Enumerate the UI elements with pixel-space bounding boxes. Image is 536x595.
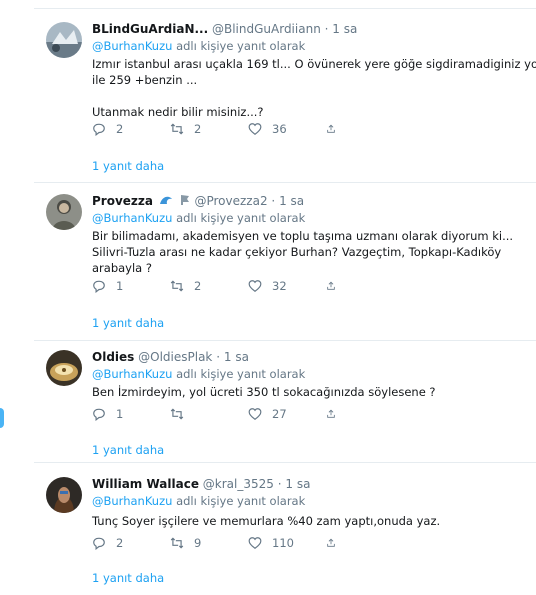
display-name[interactable]: Oldies bbox=[92, 350, 134, 364]
retweet-count: 2 bbox=[194, 279, 202, 293]
retweet-button[interactable] bbox=[170, 407, 248, 421]
reply-context: adlı kişiye yanıt olarak bbox=[176, 494, 306, 508]
like-count: 27 bbox=[272, 407, 287, 421]
reply-tweet-3[interactable]: Oldies @OldiesPlak · 1 sa @BurhanKuzu ad… bbox=[34, 341, 536, 463]
reply-count: 1 bbox=[116, 279, 124, 293]
retweet-icon bbox=[170, 280, 184, 292]
retweet-button[interactable]: 2 bbox=[170, 122, 248, 136]
tweet-line: Tunç Soyer işçilere ve memurlara %40 zam… bbox=[92, 514, 441, 528]
avatar[interactable] bbox=[46, 350, 82, 386]
reply-count: 2 bbox=[116, 536, 124, 550]
user-handle[interactable]: @Provezza2 bbox=[194, 194, 267, 208]
separator: · bbox=[271, 194, 276, 208]
reply-icon bbox=[93, 123, 105, 136]
like-count: 36 bbox=[272, 122, 287, 136]
reply-context: adlı kişiye yanıt olarak bbox=[176, 367, 306, 381]
reply-tweet-1[interactable]: BLindGuArdiaN... @BlindGuArdiiann · 1 sa… bbox=[34, 8, 536, 183]
mention-link[interactable]: @BurhanKuzu bbox=[92, 367, 172, 381]
reply-count: 1 bbox=[116, 407, 124, 421]
timestamp[interactable]: 1 sa bbox=[332, 22, 357, 36]
separator: · bbox=[216, 350, 221, 364]
tweet-line bbox=[92, 88, 522, 104]
flag-emoji-icon bbox=[179, 194, 191, 209]
mention-link[interactable]: @BurhanKuzu bbox=[92, 494, 172, 508]
tweet-text: Ben İzmirdeyim, yol ücreti 350 tl sokaca… bbox=[92, 384, 522, 400]
mention-link[interactable]: @BurhanKuzu bbox=[92, 211, 172, 225]
tweet-line: Silivri-Tuzla arası ne kadar çekiyor Bur… bbox=[92, 245, 502, 259]
retweet-button[interactable]: 2 bbox=[170, 279, 248, 293]
mention-link[interactable]: @BurhanKuzu bbox=[92, 39, 172, 53]
retweet-icon bbox=[170, 408, 184, 420]
reply-button[interactable]: 2 bbox=[92, 536, 170, 550]
heart-icon bbox=[248, 408, 262, 420]
share-button[interactable] bbox=[326, 536, 346, 550]
display-name[interactable]: William Wallace bbox=[92, 477, 199, 491]
avatar[interactable] bbox=[46, 194, 82, 230]
share-icon bbox=[327, 409, 335, 418]
avatar[interactable] bbox=[46, 22, 82, 58]
share-icon bbox=[327, 281, 335, 290]
separator: · bbox=[324, 22, 329, 36]
share-button[interactable] bbox=[326, 407, 346, 421]
tweet-text: Izmır istanbul arası uçakla 169 tl... O … bbox=[92, 56, 536, 120]
retweet-icon bbox=[170, 123, 184, 135]
like-button[interactable]: 32 bbox=[248, 279, 326, 293]
tweet-text: Tunç Soyer işçilere ve memurlara %40 zam… bbox=[92, 513, 522, 529]
retweet-count: 2 bbox=[194, 122, 202, 136]
retweet-count: 9 bbox=[194, 536, 202, 550]
share-button[interactable] bbox=[326, 279, 346, 293]
user-handle[interactable]: @OldiesPlak bbox=[138, 350, 212, 364]
heart-icon bbox=[248, 537, 262, 549]
tweet-line: Utanmak nedir bilir misiniz...? bbox=[92, 105, 264, 119]
tweet-line: Ben İzmirdeyim, yol ücreti 350 tl sokaca… bbox=[92, 385, 436, 399]
display-name[interactable]: BLindGuArdiaN... bbox=[92, 22, 208, 36]
tweet-line: Izmır istanbul arası uçakla 169 tl... O … bbox=[92, 57, 536, 71]
show-more-replies[interactable]: 1 yanıt daha bbox=[92, 159, 164, 173]
timestamp[interactable]: 1 sa bbox=[279, 194, 304, 208]
reply-tweet-4[interactable]: William Wallace @kral_3525 · 1 sa @Burha… bbox=[34, 463, 536, 595]
like-count: 110 bbox=[272, 536, 294, 550]
reply-button[interactable]: 1 bbox=[92, 279, 170, 293]
show-more-replies[interactable]: 1 yanıt daha bbox=[92, 571, 164, 585]
reply-context: adlı kişiye yanıt olarak bbox=[176, 39, 306, 53]
share-button[interactable] bbox=[326, 122, 346, 136]
like-button[interactable]: 110 bbox=[248, 536, 326, 550]
share-icon bbox=[327, 538, 335, 547]
heart-icon bbox=[248, 123, 262, 135]
scroll-indicator bbox=[0, 408, 4, 428]
reply-tweet-2[interactable]: Provezza @Provezza2 · 1 sa @BurhanKuzu a… bbox=[34, 183, 536, 341]
timestamp[interactable]: 1 sa bbox=[285, 477, 310, 491]
like-button[interactable]: 27 bbox=[248, 407, 326, 421]
user-handle[interactable]: @kral_3525 bbox=[203, 477, 274, 491]
reply-icon bbox=[93, 280, 105, 293]
reply-context: adlı kişiye yanıt olarak bbox=[176, 211, 306, 225]
heart-icon bbox=[248, 280, 262, 292]
wave-emoji-icon bbox=[159, 194, 173, 209]
separator: · bbox=[277, 477, 282, 491]
reply-count: 2 bbox=[116, 122, 124, 136]
reply-icon bbox=[93, 408, 105, 421]
tweet-line: arabayla ? bbox=[92, 261, 152, 275]
reply-button[interactable]: 2 bbox=[92, 122, 170, 136]
reply-icon bbox=[93, 537, 105, 550]
display-name[interactable]: Provezza bbox=[92, 194, 153, 208]
show-more-replies[interactable]: 1 yanıt daha bbox=[92, 316, 164, 330]
tweet-line: Bir bilimadamı, akademisyen ve toplu taş… bbox=[92, 229, 514, 243]
tweet-line: ile 259 +benzin ... bbox=[92, 73, 198, 87]
share-icon bbox=[327, 124, 335, 133]
timestamp[interactable]: 1 sa bbox=[224, 350, 249, 364]
retweet-button[interactable]: 9 bbox=[170, 536, 248, 550]
avatar[interactable] bbox=[46, 477, 82, 513]
tweet-text: Bir bilimadamı, akademisyen ve toplu taş… bbox=[92, 228, 522, 276]
show-more-replies[interactable]: 1 yanıt daha bbox=[92, 443, 164, 457]
user-handle[interactable]: @BlindGuArdiiann bbox=[212, 22, 321, 36]
reply-button[interactable]: 1 bbox=[92, 407, 170, 421]
retweet-icon bbox=[170, 537, 184, 549]
like-count: 32 bbox=[272, 279, 287, 293]
like-button[interactable]: 36 bbox=[248, 122, 326, 136]
